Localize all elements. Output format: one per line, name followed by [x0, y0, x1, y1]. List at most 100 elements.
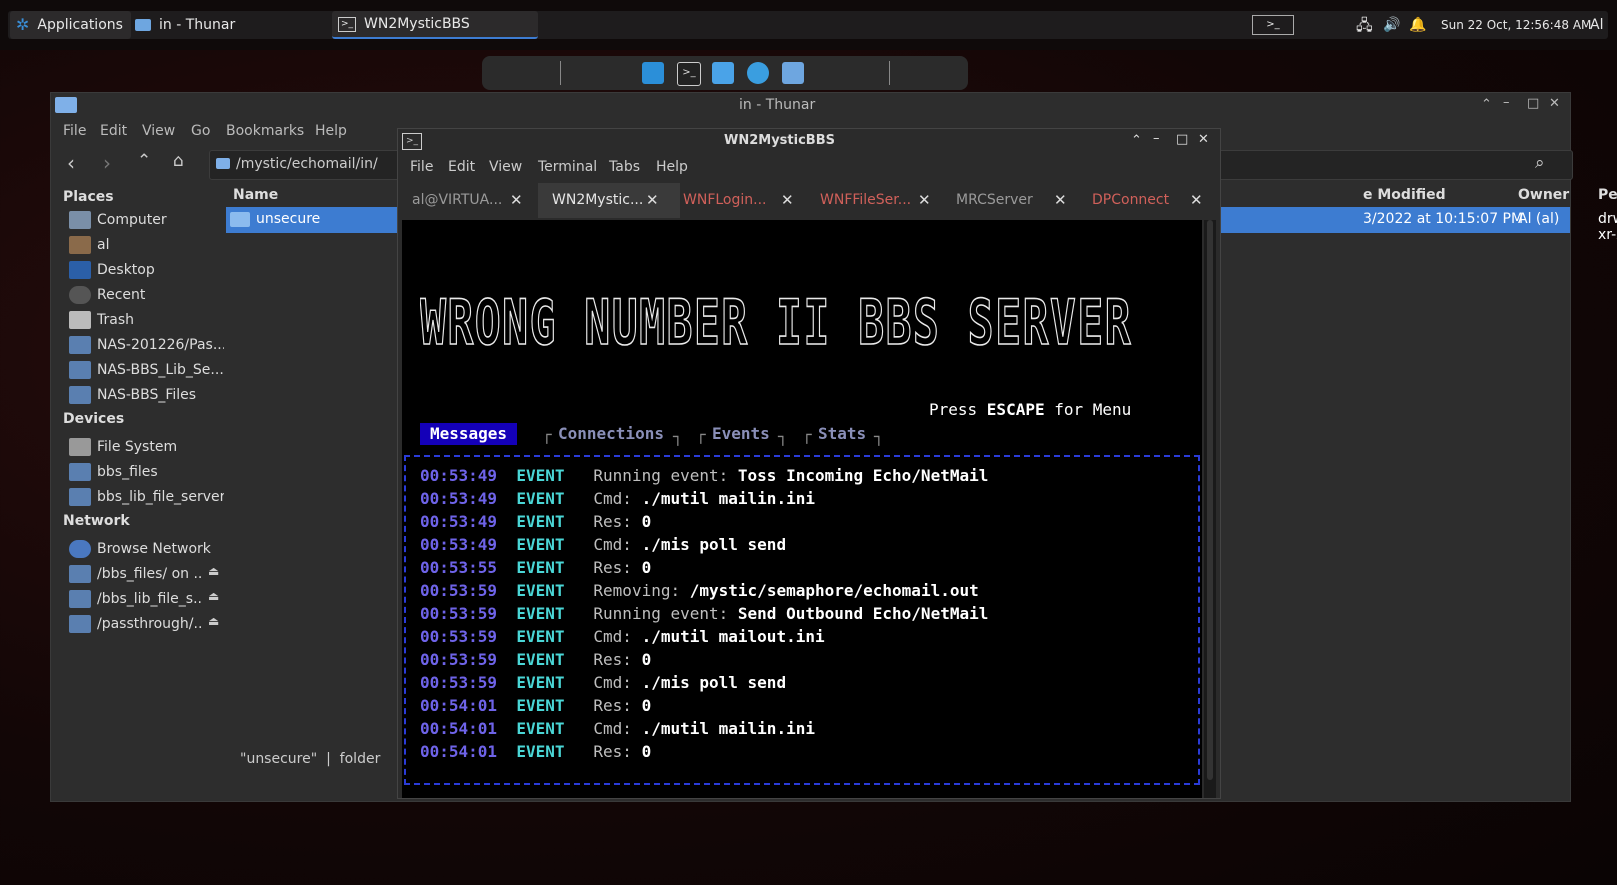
tab-close-icon[interactable]: ✕: [1054, 183, 1067, 218]
network-share-icon: [69, 488, 91, 506]
sidebar-item-nas-files[interactable]: NAS-BBS_Files: [69, 384, 224, 406]
menu-edit[interactable]: Edit: [448, 159, 475, 175]
nav-stats[interactable]: Stats: [818, 423, 866, 445]
menu-view[interactable]: View: [489, 159, 522, 175]
sidebar-item-bbs-files[interactable]: bbs_files: [69, 461, 224, 483]
tab-mrcserver[interactable]: MRCServer ✕: [942, 183, 1084, 218]
eject-icon[interactable]: ⏏: [208, 614, 219, 628]
menu-bookmarks[interactable]: Bookmarks: [226, 123, 304, 139]
user-menu[interactable]: Al: [1590, 11, 1603, 39]
tab-close-icon[interactable]: ✕: [1190, 183, 1203, 218]
sidebar-item-filesystem[interactable]: File System: [69, 436, 224, 458]
menu-help[interactable]: Help: [315, 123, 347, 139]
tab-close-icon[interactable]: ✕: [781, 183, 794, 218]
menu-edit[interactable]: Edit: [100, 123, 127, 139]
sidebar-item-browse-network[interactable]: Browse Network: [69, 538, 224, 560]
eject-icon[interactable]: ⏏: [208, 564, 219, 578]
search-icon[interactable]: ⌕: [1535, 153, 1545, 173]
folder-icon[interactable]: [782, 62, 804, 84]
log-time: 00:53:49: [420, 535, 498, 554]
sidebar-item-mount-1[interactable]: /bbs_files/ on ...: [69, 563, 201, 585]
close-button[interactable]: ✕: [1198, 132, 1209, 147]
sidebar-item-mount-2[interactable]: /bbs_lib_file_s...: [69, 588, 201, 610]
network-icon: [69, 540, 91, 558]
menu-go[interactable]: Go: [191, 123, 210, 139]
workspace-switcher[interactable]: >_: [1252, 11, 1296, 39]
sidebar-item-recent[interactable]: Recent: [69, 284, 224, 306]
tab-wnffileserver[interactable]: WNFFileSer... ✕: [806, 183, 948, 218]
menu-terminal[interactable]: Terminal: [538, 159, 597, 175]
column-name[interactable]: Name: [233, 187, 278, 203]
menu-help[interactable]: Help: [656, 159, 688, 175]
sidebar-item-bbs-lib[interactable]: bbs_lib_file_server: [69, 486, 224, 508]
nav-events[interactable]: Events: [712, 423, 770, 445]
log-label: Cmd:: [593, 673, 632, 692]
log-type: EVENT: [516, 673, 565, 692]
applications-menu[interactable]: ✲ Applications: [10, 11, 131, 39]
column-permissions[interactable]: Permissions: [1598, 187, 1617, 203]
menu-view[interactable]: View: [142, 123, 175, 139]
volume-icon[interactable]: 🔊: [1383, 11, 1400, 39]
back-icon[interactable]: ‹: [67, 151, 75, 175]
log-type: EVENT: [516, 696, 565, 715]
log-time: 00:53:49: [420, 489, 498, 508]
hint-text: Press: [929, 400, 987, 419]
nav-connections[interactable]: Connections: [558, 423, 664, 445]
log-row: 00:53:59 EVENT Running event: Send Outbo…: [420, 604, 988, 626]
tab-close-icon[interactable]: ✕: [918, 183, 931, 218]
menu-file[interactable]: File: [410, 159, 433, 175]
scrollbar-thumb[interactable]: [1207, 220, 1213, 780]
tab-close-icon[interactable]: ✕: [510, 183, 523, 218]
tab-wnflogin[interactable]: WNFLogin... ✕: [669, 183, 811, 218]
log-type: EVENT: [516, 719, 565, 738]
home-icon[interactable]: ⌂: [173, 151, 184, 171]
hint-text: for Menu: [1044, 400, 1132, 419]
sidebar-item-computer[interactable]: Computer: [69, 209, 224, 231]
sidebar-item-home[interactable]: al: [69, 234, 224, 256]
menu-file[interactable]: File: [63, 123, 86, 139]
tab-close-icon[interactable]: ✕: [646, 183, 659, 218]
log-time: 00:53:55: [420, 558, 498, 577]
close-button[interactable]: ✕: [1549, 96, 1560, 111]
notification-bell-icon[interactable]: 🔔: [1409, 11, 1426, 39]
clock[interactable]: Sun 22 Oct, 12:56:48 AM: [1441, 11, 1591, 39]
sidebar-item-nas-lib[interactable]: NAS-BBS_Lib_Se...: [69, 359, 224, 381]
sidebar-item-label: /passthrough/...: [97, 616, 201, 632]
tab-dpconnect[interactable]: DPConnect ✕: [1078, 183, 1220, 218]
up-icon[interactable]: ⌃: [137, 151, 151, 171]
shade-button[interactable]: ⌃: [1481, 97, 1492, 112]
nav-messages[interactable]: Messages: [420, 423, 518, 445]
taskbar-window-thunar[interactable]: in - Thunar: [135, 11, 325, 39]
sidebar-item-desktop[interactable]: Desktop: [69, 259, 224, 281]
tab-wn2mysticbbs[interactable]: WN2Mystic... ✕: [538, 183, 680, 218]
column-modified[interactable]: e Modified: [1363, 187, 1446, 203]
web-browser-icon[interactable]: [747, 62, 769, 84]
sidebar-item-mount-3[interactable]: /passthrough/...: [69, 613, 201, 635]
desktop-icon[interactable]: [642, 62, 664, 84]
maximize-button[interactable]: □: [1176, 132, 1188, 147]
column-owner[interactable]: Owner: [1518, 187, 1569, 203]
tab-label: DPConnect: [1092, 192, 1170, 208]
log-label: Res:: [593, 558, 632, 577]
eject-icon[interactable]: ⏏: [208, 589, 219, 603]
terminal-scrollbar[interactable]: [1204, 220, 1216, 798]
minimize-button[interactable]: –: [1503, 95, 1510, 110]
shade-button[interactable]: ⌃: [1131, 133, 1142, 148]
recent-icon: [69, 286, 91, 304]
sidebar-item-trash[interactable]: Trash: [69, 309, 224, 331]
taskbar-window-terminal[interactable]: >_ WN2MysticBBS: [332, 11, 538, 39]
terminal-icon[interactable]: >_: [677, 62, 701, 86]
network-heading: Network: [63, 513, 130, 529]
tab-virtual[interactable]: al@VIRTUA... ✕: [398, 183, 550, 218]
log-time: 00:53:59: [420, 627, 498, 646]
network-icon[interactable]: 🖧: [1356, 11, 1373, 39]
nav-bracket: ┌: [802, 425, 812, 444]
forward-icon[interactable]: ›: [103, 151, 111, 175]
folder-icon: [135, 19, 151, 31]
maximize-button[interactable]: □: [1527, 96, 1539, 111]
terminal-screen[interactable]: WRONG NUMBER II BBS SERVER Press ESCAPE …: [402, 220, 1202, 798]
minimize-button[interactable]: –: [1153, 131, 1160, 146]
file-manager-icon[interactable]: [712, 62, 734, 84]
menu-tabs[interactable]: Tabs: [609, 159, 640, 175]
sidebar-item-nas-pas[interactable]: NAS-201226/Pas...: [69, 334, 224, 356]
